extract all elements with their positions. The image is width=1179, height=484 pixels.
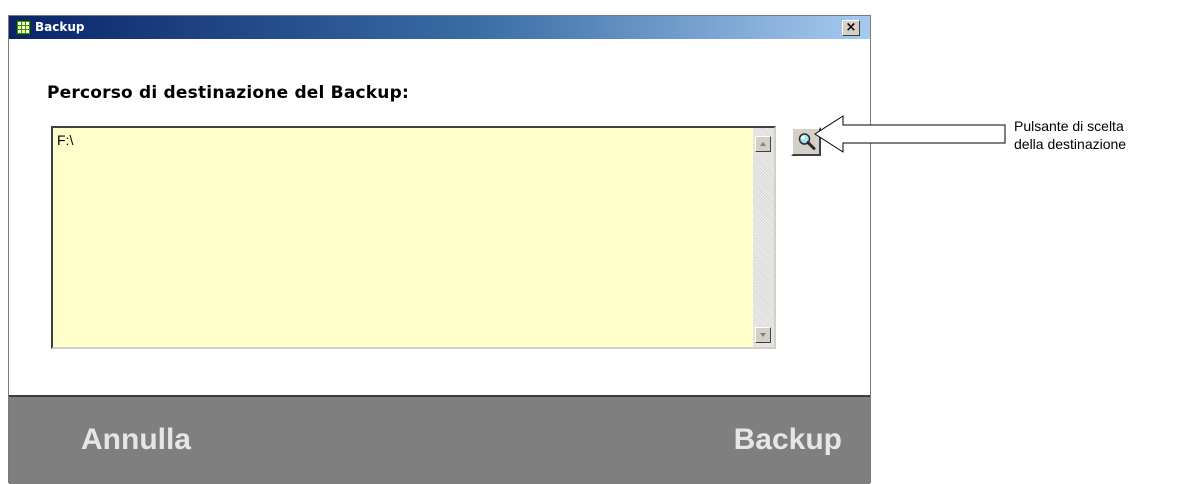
button-bar: Annulla Backup xyxy=(9,395,870,484)
app-icon xyxy=(16,20,31,35)
backup-button[interactable]: Backup xyxy=(734,423,842,457)
close-button[interactable]: × xyxy=(842,20,860,36)
destination-path-value: F:\ xyxy=(57,132,74,148)
destination-path-label: Percorso di destinazione del Backup: xyxy=(47,83,409,103)
window-title: Backup xyxy=(35,20,85,34)
cancel-button[interactable]: Annulla xyxy=(81,423,191,457)
scroll-up-button[interactable] xyxy=(755,136,771,152)
callout-line-1: Pulsante di scelta xyxy=(1014,118,1124,134)
destination-path-field[interactable]: F:\ xyxy=(51,126,776,349)
callout-line-2: della destinazione xyxy=(1014,136,1127,152)
arrow-up-icon xyxy=(760,142,766,146)
title-bar[interactable]: Backup × xyxy=(9,16,870,39)
callout-arrow-icon xyxy=(814,115,1006,153)
backup-dialog: Backup × Percorso di destinazione del Ba… xyxy=(8,15,871,484)
close-icon: × xyxy=(845,20,857,35)
scroll-down-button[interactable] xyxy=(755,327,771,343)
arrow-down-icon xyxy=(760,333,766,337)
callout-annotation: Pulsante di scelta della destinazione xyxy=(1014,117,1126,153)
vertical-scrollbar[interactable] xyxy=(753,128,774,347)
